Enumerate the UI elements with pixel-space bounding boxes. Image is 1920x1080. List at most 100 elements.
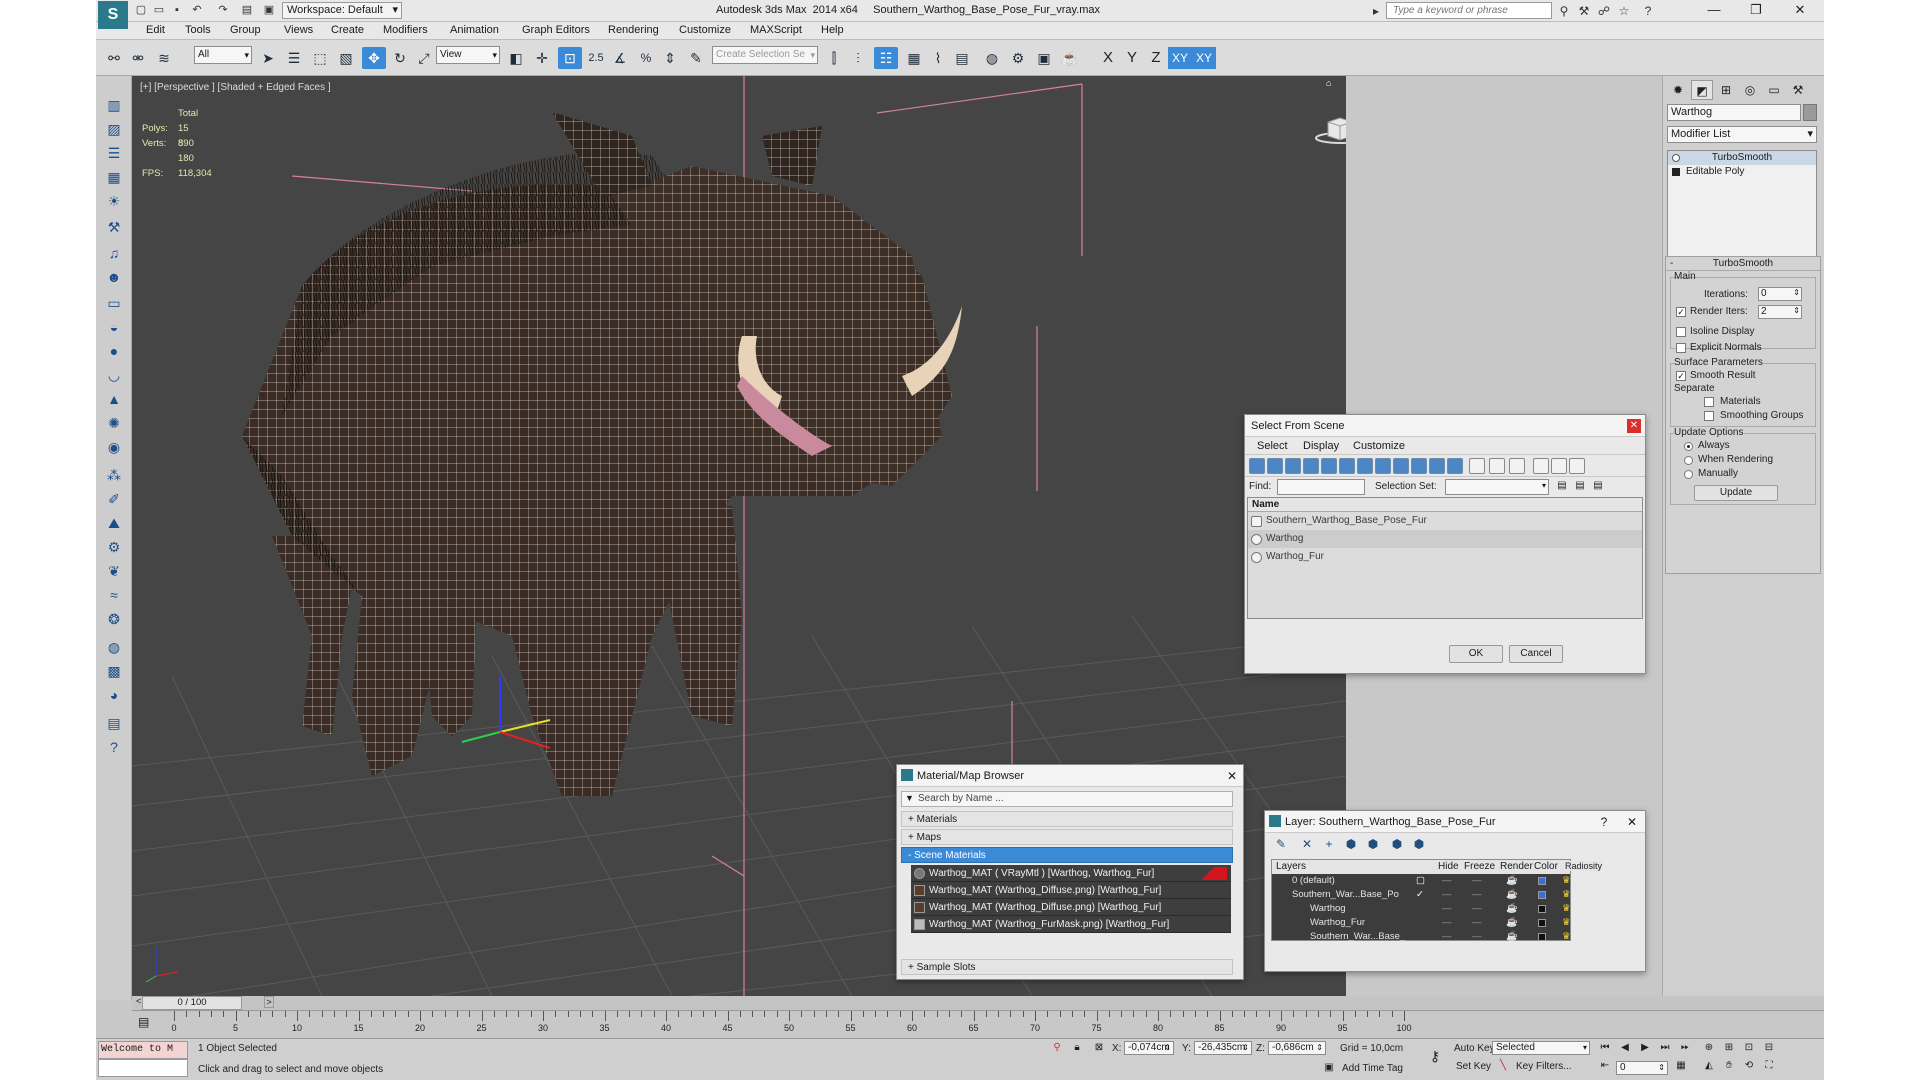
- render-production-icon[interactable]: ☕: [1058, 47, 1082, 69]
- gear-icon[interactable]: ⚙: [102, 536, 126, 558]
- table-row[interactable]: Warthog — — ☕ ♛: [1272, 902, 1571, 916]
- menu-rendering[interactable]: Rendering: [608, 24, 659, 36]
- display-geometry-icon[interactable]: [1249, 458, 1265, 474]
- earth-icon[interactable]: ◕: [102, 684, 126, 706]
- col-radiosity[interactable]: Radiosity: [1565, 861, 1603, 871]
- render-setup-icon[interactable]: ⚙: [1006, 47, 1030, 69]
- display-hidden-icon[interactable]: [1447, 458, 1463, 474]
- display-helpers-icon[interactable]: [1321, 458, 1337, 474]
- scene-materials-group[interactable]: - Scene Materials: [901, 847, 1233, 863]
- lightbulb-icon[interactable]: [1672, 154, 1680, 162]
- orbit-icon[interactable]: ⟲: [1740, 1059, 1758, 1073]
- graphite-ribbon-icon[interactable]: ▦: [902, 47, 926, 69]
- mountain-icon[interactable]: ⛰: [102, 512, 126, 534]
- menu-views[interactable]: Views: [284, 24, 313, 36]
- absolute-mode-icon[interactable]: ⊠: [1090, 1041, 1108, 1055]
- filter-icon[interactable]: [1533, 458, 1549, 474]
- menu-modifiers[interactable]: Modifiers: [383, 24, 428, 36]
- zoom-extents-all-icon[interactable]: ⊟: [1760, 1041, 1778, 1055]
- maximize-button[interactable]: ❐: [1736, 0, 1776, 20]
- select-in-layer-icon[interactable]: ⬢: [1343, 836, 1359, 852]
- modify-tab-icon[interactable]: ◩: [1691, 80, 1713, 100]
- sel-set-edit-icon[interactable]: ▤: [1571, 479, 1589, 493]
- communication-icon[interactable]: ☍: [1596, 3, 1612, 19]
- layer-color-swatch[interactable]: [1538, 933, 1546, 941]
- display-shapes-icon[interactable]: [1267, 458, 1283, 474]
- list-item[interactable]: Warthog_Fur: [1248, 548, 1642, 566]
- menu-customize[interactable]: Customize: [679, 24, 731, 36]
- hide-toggle[interactable]: —: [1442, 917, 1452, 928]
- hair-icon[interactable]: ≈: [102, 584, 126, 606]
- utilities-tab-icon[interactable]: ⚒: [1787, 80, 1809, 100]
- menu-maxscript[interactable]: MAXScript: [750, 24, 802, 36]
- lightbulb-icon[interactable]: ♛: [1562, 903, 1571, 914]
- list-icon[interactable]: ☰: [102, 142, 126, 164]
- window-crossing-icon[interactable]: ▧: [334, 47, 358, 69]
- display-cameras-icon[interactable]: [1303, 458, 1319, 474]
- freeze-toggle[interactable]: —: [1472, 889, 1482, 900]
- col-color[interactable]: Color: [1534, 861, 1558, 872]
- menu-edit[interactable]: Edit: [146, 24, 165, 36]
- material-search-input[interactable]: Search by Name ...: [901, 791, 1233, 807]
- close-icon[interactable]: ✕: [1627, 419, 1641, 433]
- table-row[interactable]: 0 (default) ▢ — — ☕ ♛: [1272, 874, 1571, 888]
- mirror-icon[interactable]: ⫿: [822, 47, 846, 69]
- next-frame-icon[interactable]: ⏭: [1656, 1041, 1674, 1055]
- percent-snap-icon[interactable]: %: [634, 47, 658, 69]
- light-icon[interactable]: ☀: [102, 190, 126, 212]
- select-object-icon[interactable]: ➤: [256, 47, 280, 69]
- menu-group[interactable]: Group: [230, 24, 261, 36]
- viewcube[interactable]: [1314, 110, 1346, 144]
- binoculars-icon[interactable]: ⚲: [1556, 3, 1572, 19]
- render-iters-spinner[interactable]: 2 ⇕: [1758, 305, 1802, 319]
- axis-y-button[interactable]: Y: [1120, 47, 1144, 69]
- select-manipulate-icon[interactable]: ✛: [530, 47, 554, 69]
- layer-color-swatch[interactable]: [1538, 905, 1546, 913]
- plant-icon[interactable]: ❦: [102, 560, 126, 582]
- zoom-extents-icon[interactable]: ⊡: [1740, 1041, 1758, 1055]
- selection-set-dropdown[interactable]: ▾: [1445, 479, 1549, 495]
- separate-materials-checkbox[interactable]: [1704, 397, 1714, 407]
- update-manually-radio[interactable]: [1684, 470, 1693, 479]
- particles-icon[interactable]: ⁂: [102, 464, 126, 486]
- project-folder-icon[interactable]: ▤: [240, 3, 254, 17]
- list-item[interactable]: Warthog: [1248, 530, 1642, 548]
- select-and-scale-icon[interactable]: ⤢: [412, 47, 436, 69]
- create-layer-icon[interactable]: ✎: [1273, 836, 1289, 852]
- table-row[interactable]: Southern_War...Base_ — — ☕ ♛: [1272, 930, 1571, 944]
- hide-toggle[interactable]: —: [1442, 889, 1452, 900]
- maximize-viewport-icon[interactable]: ⛶: [1760, 1059, 1778, 1073]
- play-icon[interactable]: ▶︎: [1636, 1041, 1654, 1055]
- key-icon[interactable]: ⚷: [1426, 1049, 1444, 1063]
- globe-icon[interactable]: ◉: [102, 436, 126, 458]
- freeze-toggle[interactable]: —: [1472, 917, 1482, 928]
- layer-color-swatch[interactable]: [1538, 919, 1546, 927]
- search-expand-icon[interactable]: ▸: [1368, 3, 1384, 19]
- axis-xy-plane-button[interactable]: XY: [1192, 47, 1216, 69]
- curve-editor-icon[interactable]: ⌇: [926, 47, 950, 69]
- select-invert-icon[interactable]: [1509, 458, 1525, 474]
- close-button[interactable]: ✕: [1780, 0, 1820, 20]
- zoom-icon[interactable]: ⊕: [1700, 1041, 1718, 1055]
- freeze-all-icon[interactable]: ⬢: [1411, 836, 1427, 852]
- menu-animation[interactable]: Animation: [450, 24, 499, 36]
- maps-group[interactable]: + Maps: [901, 829, 1233, 845]
- x-coordinate-field[interactable]: -0,074cm ⇕: [1124, 1041, 1174, 1055]
- lightbulb-icon[interactable]: ♛: [1562, 931, 1571, 942]
- auto-key-button[interactable]: Auto Key: [1454, 1043, 1495, 1054]
- help-icon[interactable]: ?: [1640, 3, 1656, 19]
- axis-x-button[interactable]: X: [1096, 47, 1120, 69]
- app-menu-icon[interactable]: S: [98, 1, 128, 29]
- smooth-result-checkbox[interactable]: ✓: [1676, 371, 1686, 381]
- layer-manager-icon[interactable]: ☷: [874, 47, 898, 69]
- sound-icon[interactable]: ♫: [102, 242, 126, 264]
- key-mode-toggle-icon[interactable]: ⇤: [1596, 1059, 1614, 1073]
- add-to-layer-icon[interactable]: +: [1321, 836, 1337, 852]
- prev-frame-arrow-icon[interactable]: <: [136, 996, 141, 1006]
- next-frame-arrow-icon[interactable]: >: [264, 996, 274, 1008]
- pivot-center-icon[interactable]: ◧: [504, 47, 528, 69]
- spinner-snap-icon[interactable]: ⇕: [658, 47, 682, 69]
- paint-icon[interactable]: ✐: [102, 488, 126, 510]
- field-of-view-icon[interactable]: ◭: [1700, 1059, 1718, 1073]
- link-icon[interactable]: ⚯: [102, 47, 126, 69]
